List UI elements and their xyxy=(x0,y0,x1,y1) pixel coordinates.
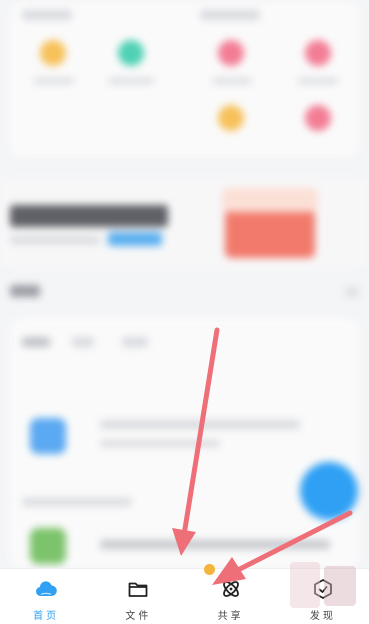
banner-image xyxy=(225,208,315,258)
banner-image-top xyxy=(222,188,318,212)
recent-tab-2[interactable] xyxy=(72,337,94,347)
app-icon-1[interactable] xyxy=(40,40,66,66)
section-more[interactable] xyxy=(345,288,359,296)
shortcut-heading xyxy=(22,10,72,20)
banner-subtitle xyxy=(10,236,100,244)
recent-file-icon xyxy=(30,418,66,454)
recent-file-name-2[interactable] xyxy=(100,540,330,549)
tab-home[interactable]: 首页 xyxy=(0,569,92,624)
recent-tab-3[interactable] xyxy=(122,337,148,347)
upload-fab[interactable] xyxy=(300,462,358,520)
recent-tab-1[interactable] xyxy=(22,337,50,347)
banner-button[interactable] xyxy=(108,232,162,246)
tab-files-label: 文件 xyxy=(125,611,152,622)
app-icon-3[interactable] xyxy=(218,40,244,66)
app-icon-2[interactable] xyxy=(118,40,144,66)
app-icon-5[interactable] xyxy=(218,105,244,131)
tab-home-label: 首页 xyxy=(33,611,60,622)
recent-file-icon-2 xyxy=(30,528,66,564)
app-label-3 xyxy=(212,78,252,84)
recent-file-meta xyxy=(100,440,220,447)
banner-title xyxy=(10,205,168,227)
atom-icon xyxy=(222,581,239,597)
app-label-2 xyxy=(108,78,154,84)
app-icon-6[interactable] xyxy=(305,105,331,131)
shortcut-heading-2 xyxy=(200,10,260,20)
app-label-1 xyxy=(34,78,74,84)
app-label-4 xyxy=(298,78,338,84)
cloud-icon xyxy=(36,581,57,597)
app-icon-4[interactable] xyxy=(305,40,331,66)
recent-file-name[interactable] xyxy=(100,420,300,429)
recent-date xyxy=(22,498,132,506)
notification-dot xyxy=(204,564,215,575)
watermark-logo xyxy=(290,562,356,608)
tab-share[interactable]: 共享 xyxy=(185,569,277,624)
tab-share-label: 共享 xyxy=(217,611,244,622)
tab-files[interactable]: 文件 xyxy=(92,569,184,624)
folder-icon xyxy=(128,582,148,597)
section-title xyxy=(10,285,40,297)
